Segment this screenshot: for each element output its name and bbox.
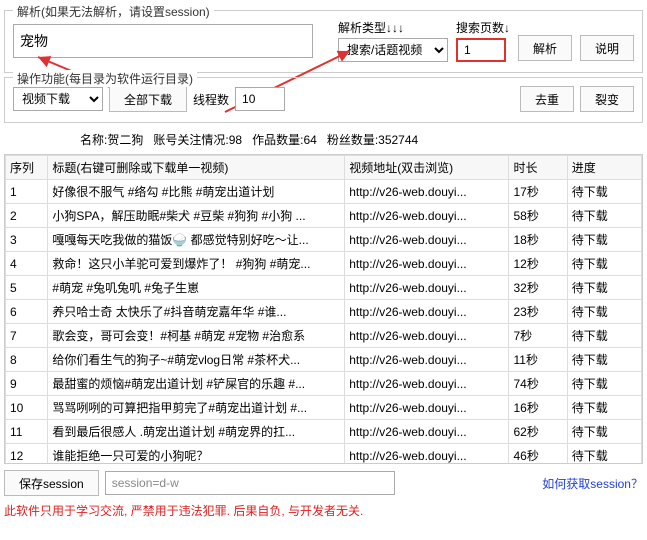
cell-seq: 5 xyxy=(6,276,48,300)
cell-dur: 7秒 xyxy=(509,324,567,348)
cell-url: http://v26-web.douyi... xyxy=(345,252,509,276)
pages-input[interactable] xyxy=(456,38,506,62)
cell-seq: 8 xyxy=(6,348,48,372)
table-row[interactable]: 5#萌宠 #兔叽兔叽 #兔子生崽http://v26-web.douyi...3… xyxy=(6,276,642,300)
cell-prog: 待下载 xyxy=(567,204,641,228)
cell-seq: 6 xyxy=(6,300,48,324)
type-select[interactable]: 搜索/话题视频 xyxy=(338,38,448,62)
cell-seq: 10 xyxy=(6,396,48,420)
table-row[interactable]: 4救命！这只小羊驼可爱到爆炸了！ #狗狗 #萌宠...http://v26-we… xyxy=(6,252,642,276)
cell-prog: 待下载 xyxy=(567,444,641,465)
parse-input[interactable] xyxy=(13,24,313,58)
cell-seq: 3 xyxy=(6,228,48,252)
cell-dur: 74秒 xyxy=(509,372,567,396)
table-row[interactable]: 11看到最后很感人 .萌宠出道计划 #萌宠界的扛...http://v26-we… xyxy=(6,420,642,444)
col-dur[interactable]: 时长 xyxy=(509,156,567,180)
cell-title: 骂骂咧咧的可算把指甲剪完了#萌宠出道计划 #... xyxy=(48,396,345,420)
cell-prog: 待下载 xyxy=(567,396,641,420)
cell-seq: 1 xyxy=(6,180,48,204)
download-select[interactable]: 视频下载 xyxy=(13,87,103,111)
cell-prog: 待下载 xyxy=(567,228,641,252)
cell-url: http://v26-web.douyi... xyxy=(345,300,509,324)
cell-url: http://v26-web.douyi... xyxy=(345,372,509,396)
save-session-button[interactable]: 保存session xyxy=(4,470,99,496)
cell-title: 救命！这只小羊驼可爱到爆炸了！ #狗狗 #萌宠... xyxy=(48,252,345,276)
stats-bar: 名称:贺二狗 账号关注情况:98 作品数量:64 粉丝数量:352744 xyxy=(0,127,647,152)
cell-dur: 46秒 xyxy=(509,444,567,465)
table-row[interactable]: 1好像很不服气 #络勾 #比熊 #萌宠出道计划http://v26-web.do… xyxy=(6,180,642,204)
cell-dur: 17秒 xyxy=(509,180,567,204)
cell-prog: 待下载 xyxy=(567,420,641,444)
cell-prog: 待下载 xyxy=(567,300,641,324)
type-label: 解析类型↓↓↓ xyxy=(338,19,448,36)
cell-dur: 58秒 xyxy=(509,204,567,228)
col-prog[interactable]: 进度 xyxy=(567,156,641,180)
cell-url: http://v26-web.douyi... xyxy=(345,276,509,300)
cell-seq: 12 xyxy=(6,444,48,465)
cell-title: 养只哈士奇 太快乐了#抖音萌宠嘉年华 #谁... xyxy=(48,300,345,324)
ops-panel-title: 操作功能(每目录为软件运行目录) xyxy=(13,70,197,87)
cell-url: http://v26-web.douyi... xyxy=(345,348,509,372)
table-row[interactable]: 12谁能拒绝一只可爱的小狗呢？http://v26-web.douyi...46… xyxy=(6,444,642,465)
session-input[interactable] xyxy=(105,471,395,495)
cell-title: 歌会变，哥可会变！#柯基 #萌宠 #宠物 #治愈系 xyxy=(48,324,345,348)
cell-url: http://v26-web.douyi... xyxy=(345,204,509,228)
cell-dur: 12秒 xyxy=(509,252,567,276)
cell-dur: 16秒 xyxy=(509,396,567,420)
cell-dur: 32秒 xyxy=(509,276,567,300)
cell-prog: 待下载 xyxy=(567,324,641,348)
table-row[interactable]: 3嘎嘎每天吃我做的猫饭🍚 都感觉特别好吃～让...http://v26-web.… xyxy=(6,228,642,252)
cell-dur: 18秒 xyxy=(509,228,567,252)
table-row[interactable]: 8给你们看生气的狗子~#萌宠vlog日常 #茶杯犬...http://v26-w… xyxy=(6,348,642,372)
pages-label: 搜索页数↓ xyxy=(456,19,510,36)
cell-url: http://v26-web.douyi... xyxy=(345,420,509,444)
cell-title: 小狗SPA，解压助眠#柴犬 #豆柴 #狗狗 #小狗 ... xyxy=(48,204,345,228)
cell-title: #萌宠 #兔叽兔叽 #兔子生崽 xyxy=(48,276,345,300)
cell-prog: 待下载 xyxy=(567,276,641,300)
cell-seq: 7 xyxy=(6,324,48,348)
cell-prog: 待下载 xyxy=(567,348,641,372)
cell-seq: 9 xyxy=(6,372,48,396)
cell-url: http://v26-web.douyi... xyxy=(345,228,509,252)
cell-seq: 4 xyxy=(6,252,48,276)
dedup-button[interactable]: 去重 xyxy=(520,86,574,112)
parse-panel-title: 解析(如果无法解析，请设置session) xyxy=(13,3,214,20)
col-url[interactable]: 视频地址(双击浏览) xyxy=(345,156,509,180)
cell-prog: 待下载 xyxy=(567,180,641,204)
cell-url: http://v26-web.douyi... xyxy=(345,324,509,348)
cell-title: 嘎嘎每天吃我做的猫饭🍚 都感觉特别好吃～让... xyxy=(48,228,345,252)
table-row[interactable]: 9最甜蜜的烦恼#萌宠出道计划 #铲屎官的乐趣 #...http://v26-we… xyxy=(6,372,642,396)
cell-url: http://v26-web.douyi... xyxy=(345,180,509,204)
crack-button[interactable]: 裂变 xyxy=(580,86,634,112)
download-all-button[interactable]: 全部下载 xyxy=(109,86,187,112)
threads-input[interactable] xyxy=(235,87,285,111)
video-table[interactable]: 序列 标题(右键可删除或下载单一视频) 视频地址(双击浏览) 时长 进度 1好像… xyxy=(4,154,643,464)
cell-url: http://v26-web.douyi... xyxy=(345,396,509,420)
cell-title: 谁能拒绝一只可爱的小狗呢？ xyxy=(48,444,345,465)
cell-title: 最甜蜜的烦恼#萌宠出道计划 #铲屎官的乐趣 #... xyxy=(48,372,345,396)
cell-dur: 62秒 xyxy=(509,420,567,444)
cell-title: 看到最后很感人 .萌宠出道计划 #萌宠界的扛... xyxy=(48,420,345,444)
cell-seq: 2 xyxy=(6,204,48,228)
threads-label: 线程数 xyxy=(193,91,229,108)
warning-text: 此软件只用于学习交流, 严禁用于违法犯罪. 后果自负, 与开发者无关. xyxy=(4,502,643,519)
col-seq[interactable]: 序列 xyxy=(6,156,48,180)
table-row[interactable]: 7歌会变，哥可会变！#柯基 #萌宠 #宠物 #治愈系http://v26-web… xyxy=(6,324,642,348)
cell-url: http://v26-web.douyi... xyxy=(345,444,509,465)
cell-prog: 待下载 xyxy=(567,372,641,396)
cell-seq: 11 xyxy=(6,420,48,444)
cell-prog: 待下载 xyxy=(567,252,641,276)
explain-button[interactable]: 说明 xyxy=(580,35,634,61)
cell-dur: 11秒 xyxy=(509,348,567,372)
cell-title: 给你们看生气的狗子~#萌宠vlog日常 #茶杯犬... xyxy=(48,348,345,372)
cell-dur: 23秒 xyxy=(509,300,567,324)
cell-title: 好像很不服气 #络勾 #比熊 #萌宠出道计划 xyxy=(48,180,345,204)
parse-button[interactable]: 解析 xyxy=(518,35,572,61)
table-row[interactable]: 10骂骂咧咧的可算把指甲剪完了#萌宠出道计划 #...http://v26-we… xyxy=(6,396,642,420)
table-row[interactable]: 6养只哈士奇 太快乐了#抖音萌宠嘉年华 #谁...http://v26-web.… xyxy=(6,300,642,324)
table-row[interactable]: 2小狗SPA，解压助眠#柴犬 #豆柴 #狗狗 #小狗 ...http://v26… xyxy=(6,204,642,228)
how-session-link[interactable]: 如何获取session？ xyxy=(542,475,643,492)
col-title[interactable]: 标题(右键可删除或下载单一视频) xyxy=(48,156,345,180)
